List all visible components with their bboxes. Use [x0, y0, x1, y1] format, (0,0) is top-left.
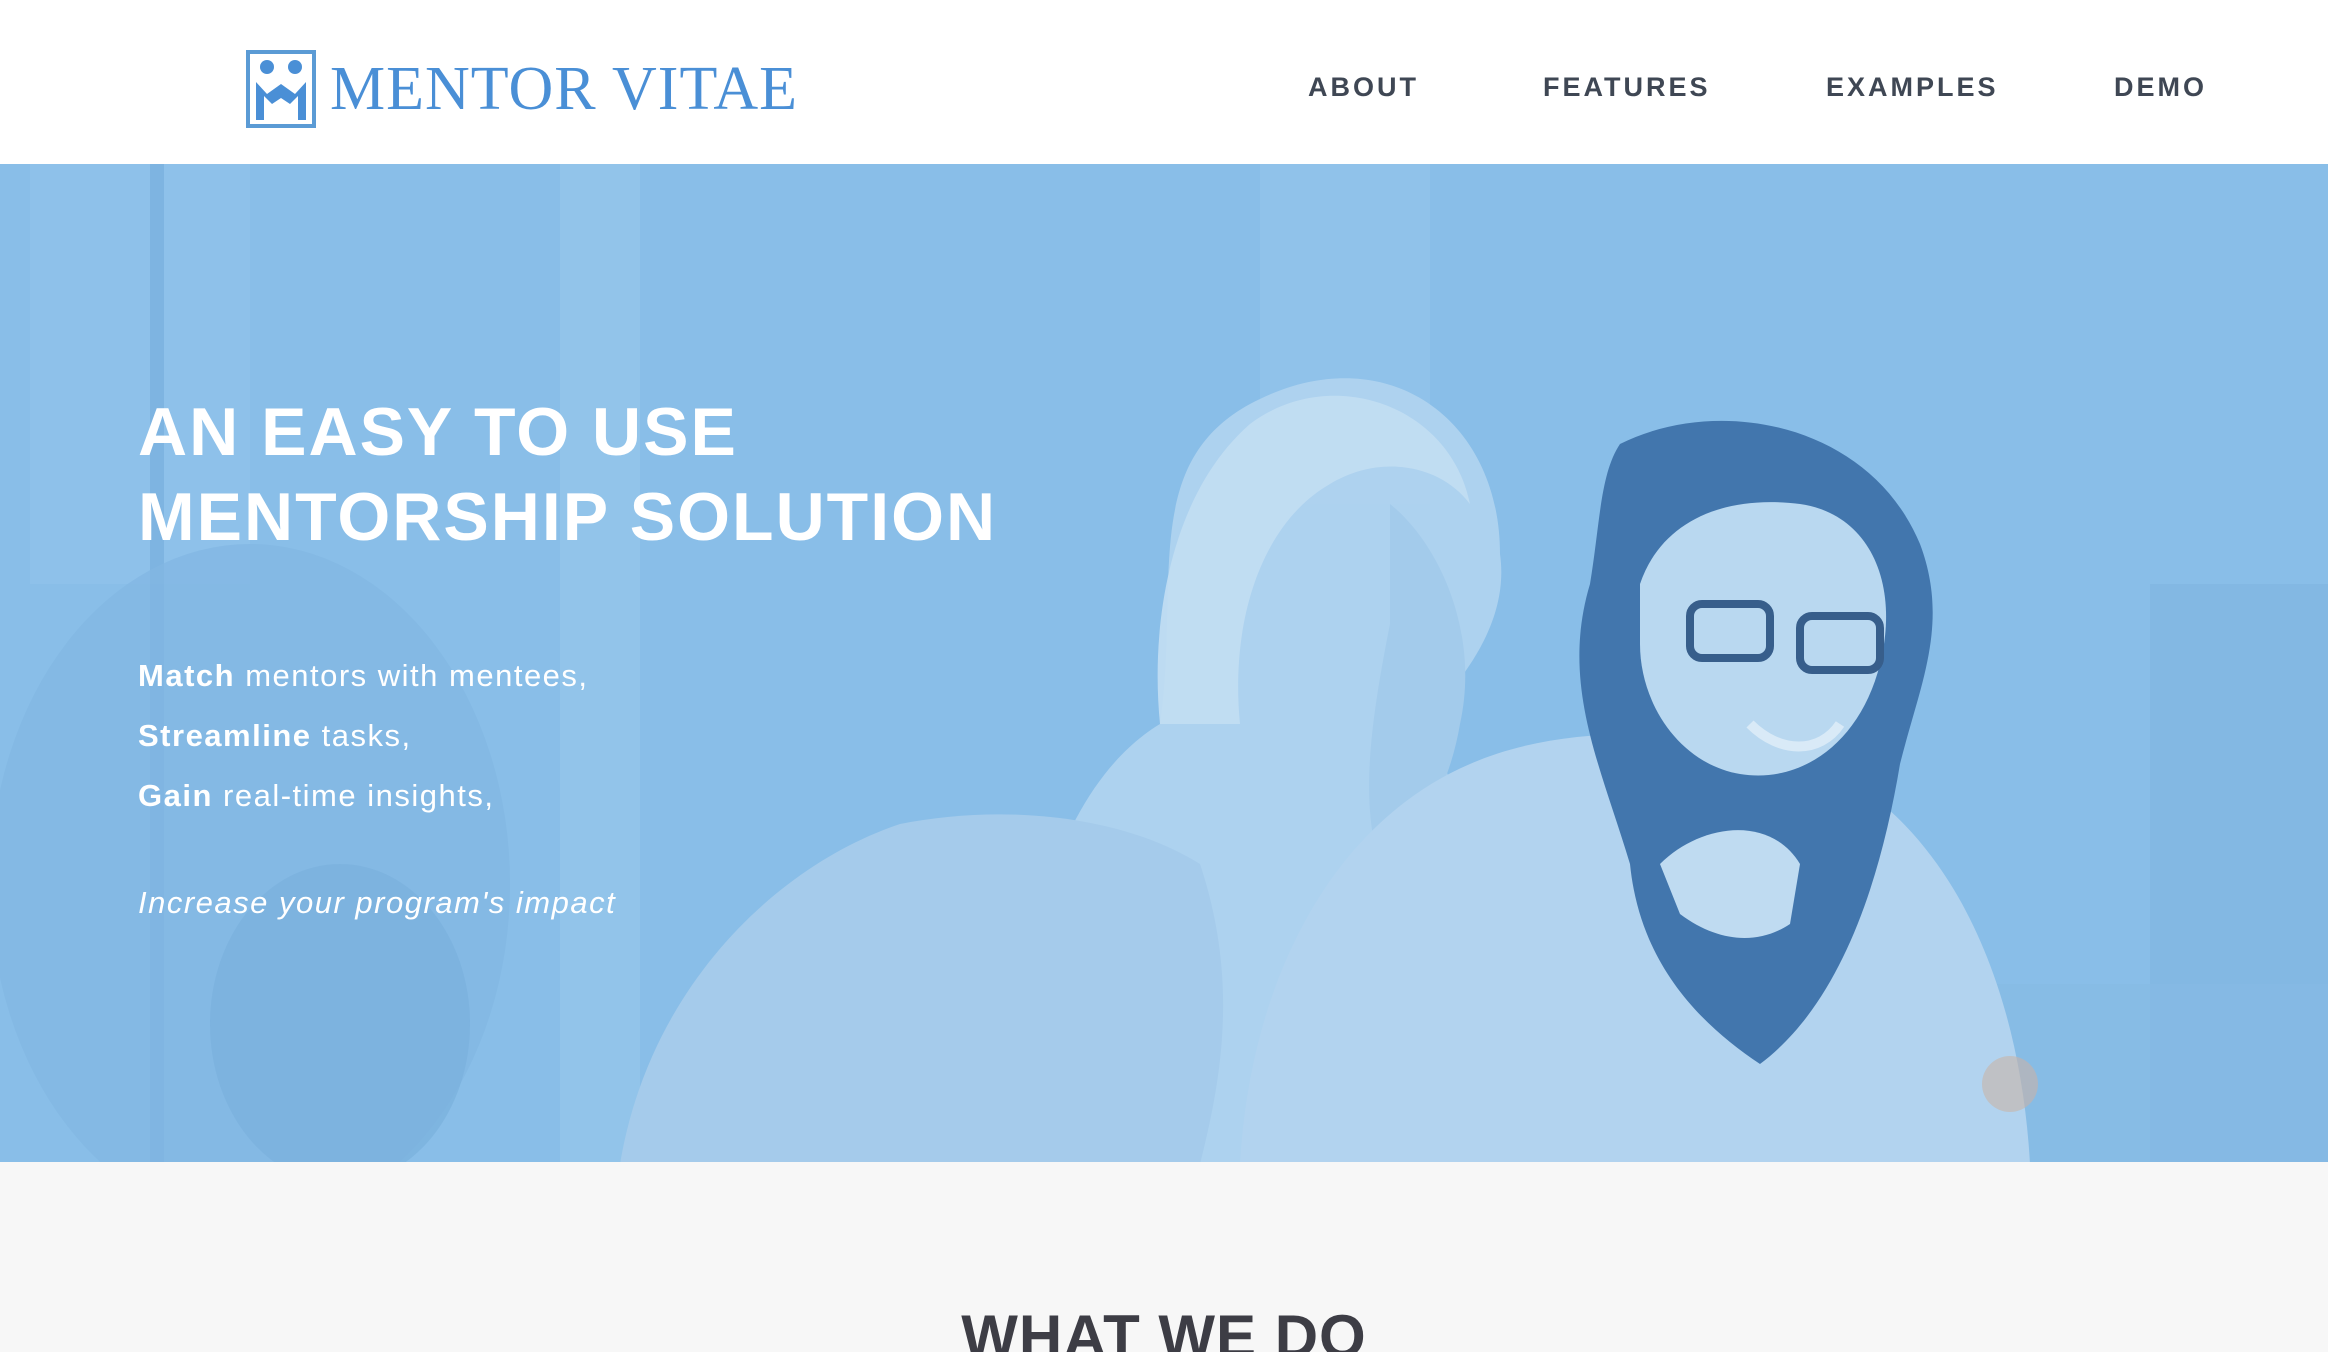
hero-title: AN EASY TO USE MENTORSHIP SOLUTION: [138, 390, 1138, 560]
nav-examples[interactable]: EXAMPLES: [1826, 72, 1999, 103]
feature-streamline-keyword: Streamline: [138, 718, 312, 753]
nav-features[interactable]: FEATURES: [1543, 72, 1711, 103]
hero-tagline: Increase your program's impact: [138, 885, 617, 920]
section-title: WHAT WE DO: [961, 1303, 1367, 1352]
main-nav: ABOUT FEATURES EXAMPLES DEMO: [0, 72, 2328, 112]
feature-streamline-text: tasks,: [311, 718, 412, 753]
feature-gain: Gain real-time insights,: [138, 766, 1138, 826]
feature-match-text: mentors with mentees,: [235, 658, 589, 693]
feature-gain-text: real-time insights,: [212, 778, 495, 813]
hero-title-line2: MENTORSHIP SOLUTION: [138, 479, 998, 555]
hero-title-line1: AN EASY TO USE: [138, 394, 738, 470]
nav-demo[interactable]: DEMO: [2114, 72, 2207, 103]
feature-list: Match mentors with mentees, Streamline t…: [138, 646, 1138, 826]
what-we-do-section: WHAT WE DO: [0, 1162, 2328, 1352]
hero-section: AN EASY TO USE MENTORSHIP SOLUTION Match…: [0, 164, 2328, 1162]
feature-match-keyword: Match: [138, 658, 236, 693]
feature-streamline: Streamline tasks,: [138, 706, 1138, 766]
hero-content: AN EASY TO USE MENTORSHIP SOLUTION Match…: [138, 390, 1138, 921]
site-header: MENTOR VITAE ABOUT FEATURES EXAMPLES DEM…: [0, 0, 2328, 164]
nav-about[interactable]: ABOUT: [1308, 72, 1419, 103]
feature-gain-keyword: Gain: [138, 778, 213, 813]
feature-match: Match mentors with mentees,: [138, 646, 1138, 706]
